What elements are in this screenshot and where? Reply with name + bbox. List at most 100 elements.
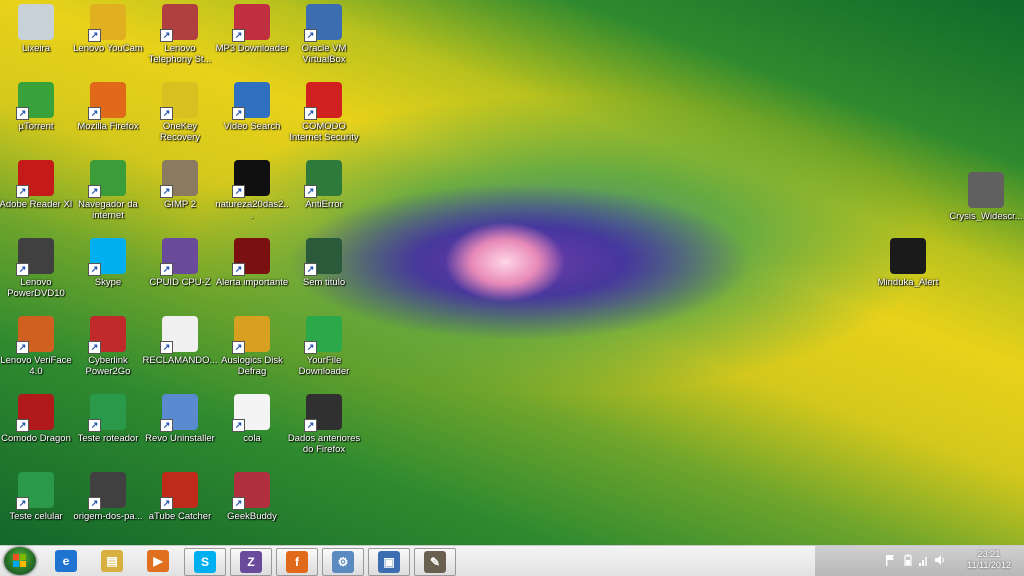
image-file-icon [968, 172, 1004, 208]
desktop-icon[interactable]: Crysis_Widescr... [949, 172, 1023, 246]
desktop-icon-label: Cyberlink Power2Go [85, 355, 131, 377]
taskbar-button[interactable]: ⚙ [322, 548, 364, 576]
chrome-icon: ↗ [88, 160, 126, 198]
taskbar-button[interactable]: f [276, 548, 318, 576]
taskbar-button[interactable]: ▤ [92, 548, 132, 574]
desktop-icon[interactable]: ↗ Sem titulo [288, 238, 360, 312]
desktop-icon-label: Oracle VM VirtualBox [301, 43, 347, 65]
folder-icon: ↗ [304, 394, 342, 432]
desktop-icon-label: Alerta importante [215, 277, 289, 288]
antierror-icon: ↗ [304, 160, 342, 198]
desktop-icon[interactable]: ↗ Cyberlink Power2Go [72, 316, 144, 390]
start-button[interactable] [4, 547, 36, 575]
geekbuddy-icon: ↗ [232, 472, 270, 510]
desktop-icon[interactable]: ↗ Teste roteador [72, 394, 144, 468]
desktop-icon[interactable]: ↗ natureza20das2... [215, 160, 289, 234]
desktop-icon[interactable]: ↗ Adobe Reader XI [0, 160, 72, 234]
desktop-icon-label: Teste roteador [77, 433, 139, 444]
desktop-icon[interactable]: ↗ Teste celular [0, 472, 72, 545]
desktop-icon[interactable]: ↗ cola [216, 394, 288, 468]
shortcut-arrow-icon: ↗ [304, 263, 317, 276]
desktop-icon[interactable]: ↗ RECLAMANDO... [143, 316, 217, 390]
desktop-icon[interactable]: ↗ YourFile Downloader [288, 316, 360, 390]
desktop-icon[interactable]: ↗ Revo Uninstaller [144, 394, 216, 468]
desktop-icon[interactable]: ↗ Mozilla Firefox [72, 82, 144, 156]
desktop-icon[interactable]: ↗ Video Search [216, 82, 288, 156]
taskbar-button[interactable]: ✎ [414, 548, 456, 576]
taskbar-button[interactable]: S [184, 548, 226, 576]
shortcut-arrow-icon: ↗ [160, 185, 173, 198]
windows-start-icon [13, 554, 26, 567]
clock[interactable]: 23:21 11/11/2012 [955, 549, 1023, 571]
desktop-icon-label: GIMP 2 [163, 199, 197, 210]
desktop-icon[interactable]: ↗ MP3 Downloader [216, 4, 288, 78]
desktop-icon-label: Lenovo Telephony St... [148, 43, 212, 65]
image-file-icon: ↗ [88, 394, 126, 432]
shortcut-arrow-icon: ↗ [88, 185, 101, 198]
shortcut-arrow-icon: ↗ [16, 419, 29, 432]
shortcut-arrow-icon: ↗ [160, 107, 173, 120]
desktop-icon[interactable]: ↗ Navegador da internet [72, 160, 144, 234]
desktop-icon[interactable]: ↗ µTorrent [0, 82, 72, 156]
desktop-icon[interactable]: ↗ Auslogics Disk Defrag [216, 316, 288, 390]
signal-icon[interactable] [919, 554, 929, 566]
adobe-reader-icon: ↗ [16, 160, 54, 198]
desktop-icon-label: Navegador da internet [78, 199, 138, 221]
desktop-icon-label: Skype [94, 277, 122, 288]
desktop-icon[interactable]: ↗ Lenovo PowerDVD10 [0, 238, 72, 312]
desktop-icon[interactable]: ↗ Skype [72, 238, 144, 312]
shortcut-arrow-icon: ↗ [88, 341, 101, 354]
taskbar-button[interactable]: Z [230, 548, 272, 576]
battery-icon[interactable] [903, 554, 913, 566]
desktop-icon[interactable]: ↗ AntiError [288, 160, 360, 234]
desktop-icon-label: Auslogics Disk Defrag [221, 355, 283, 377]
desktop-icon-label: Lenovo YouCam [73, 43, 143, 54]
shortcut-arrow-icon: ↗ [232, 419, 245, 432]
shortcut-arrow-icon: ↗ [232, 29, 245, 42]
desktop-icon[interactable]: ↗ Alerta importante [216, 238, 288, 312]
desktop-icon-label: aTube Catcher [148, 511, 212, 522]
shortcut-arrow-icon: ↗ [16, 185, 29, 198]
volume-icon[interactable] [935, 554, 945, 566]
shortcut-arrow-icon: ↗ [304, 341, 317, 354]
taskbar-button[interactable]: ▶ [138, 548, 178, 574]
desktop-background: Lixeira ↗ Lenovo YouCam ↗ Lenovo Telephony S… [0, 0, 1024, 545]
desktop-icon-label: Sem titulo [302, 277, 346, 288]
desktop-icon[interactable]: ↗ origem-dos-pa... [72, 472, 144, 545]
media-player-icon: ▶ [147, 550, 169, 572]
gimp-icon: ↗ [160, 160, 198, 198]
desktop-icon[interactable]: ↗ GIMP 2 [144, 160, 216, 234]
desktop-icon[interactable]: ↗ Dados anteriores do Firefox [288, 394, 360, 468]
desktop-icon[interactable]: ↗ CPUID CPU-Z [144, 238, 216, 312]
desktop-icon[interactable]: ↗ Oracle VM VirtualBox [288, 4, 360, 78]
desktop-icon[interactable]: Lixeira [0, 4, 72, 78]
image-file-icon: ↗ [16, 472, 54, 510]
firefox-icon: ↗ [88, 82, 126, 120]
desktop-icon[interactable]: ↗ GeekBuddy [216, 472, 288, 545]
desktop-icon[interactable]: Minduka_Alert [872, 238, 944, 312]
desktop-icon-label: MP3 Downloader [215, 43, 289, 54]
desktop-icon[interactable]: ↗ Lenovo YouCam [72, 4, 144, 78]
shortcut-arrow-icon: ↗ [88, 29, 101, 42]
desktop-icon[interactable]: ↗ Lenovo Telephony St... [144, 4, 216, 78]
comodo-dragon-icon: ↗ [16, 394, 54, 432]
disk-defrag-icon: ↗ [232, 316, 270, 354]
flag-icon[interactable] [885, 554, 895, 566]
taskbar-button[interactable]: e [46, 548, 86, 574]
yourfile-icon: ↗ [304, 316, 342, 354]
taskbar-button[interactable]: ▣ [368, 548, 410, 576]
onekey-recovery-icon: ↗ [160, 82, 198, 120]
desktop-icon[interactable]: ↗ Comodo Dragon [0, 394, 72, 468]
desktop-icon[interactable]: ↗ COMODO Internet Security [288, 82, 360, 156]
desktop-icon-label: Lenovo VeriFace 4.0 [0, 355, 72, 377]
desktop-icon-label: GeekBuddy [227, 511, 277, 522]
desktop-icon-label: AntiError [305, 199, 343, 210]
gimp-icon: ✎ [424, 551, 446, 573]
desktop-icon-label: Lenovo PowerDVD10 [7, 277, 65, 299]
taskbar: e ▤ ▶ S Zf ⚙ ▣ ✎ 23:21 11/11/2012 [0, 545, 1024, 576]
alert-icon [890, 238, 926, 274]
desktop-icon[interactable]: ↗ Lenovo VeriFace 4.0 [0, 316, 72, 390]
desktop-icon[interactable]: ↗ aTube Catcher [144, 472, 216, 545]
desktop-icon[interactable]: ↗ OneKey Recovery [144, 82, 216, 156]
virtualbox-icon: ↗ [304, 4, 342, 42]
